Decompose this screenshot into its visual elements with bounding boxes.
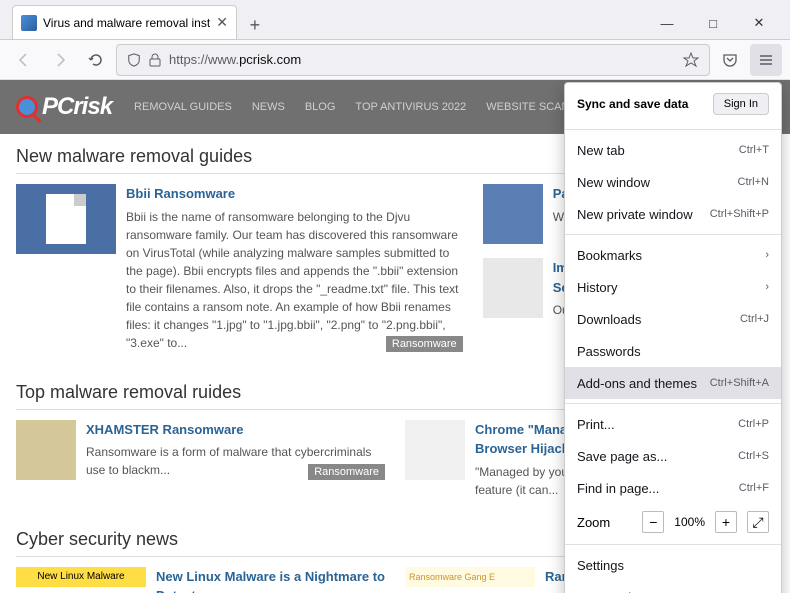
article-title[interactable]: XHAMSTER Ransomware bbox=[86, 420, 385, 440]
zoom-value: 100% bbox=[674, 515, 705, 529]
article-thumb[interactable]: Ransomware Gang E bbox=[405, 567, 535, 587]
article-excerpt: Bbii is the name of ransomware belonging… bbox=[126, 208, 463, 352]
nav-blog[interactable]: BLOG bbox=[305, 101, 336, 113]
menu-more-tools[interactable]: More tools› bbox=[565, 581, 781, 593]
page-content: PCrisk REMOVAL GUIDES NEWS BLOG TOP ANTI… bbox=[0, 80, 790, 593]
url-bar[interactable]: https://www.pcrisk.com bbox=[116, 44, 710, 76]
menu-settings[interactable]: Settings bbox=[565, 549, 781, 581]
bookmark-star-icon[interactable] bbox=[683, 52, 699, 68]
zoom-label: Zoom bbox=[577, 515, 632, 530]
menu-separator bbox=[565, 403, 781, 404]
menu-downloads[interactable]: DownloadsCtrl+J bbox=[565, 303, 781, 335]
app-menu: Sync and save data Sign In New tabCtrl+T… bbox=[564, 82, 782, 593]
forward-button[interactable] bbox=[44, 44, 76, 76]
menu-new-private-window[interactable]: New private windowCtrl+Shift+P bbox=[565, 198, 781, 230]
browser-toolbar: https://www.pcrisk.com bbox=[0, 40, 790, 80]
tag-ransomware[interactable]: Ransomware bbox=[308, 464, 385, 480]
close-window-button[interactable]: ✕ bbox=[736, 7, 782, 39]
menu-history[interactable]: History› bbox=[565, 271, 781, 303]
tag-ransomware[interactable]: Ransomware bbox=[386, 336, 463, 352]
reload-button[interactable] bbox=[80, 44, 112, 76]
back-button[interactable] bbox=[8, 44, 40, 76]
menu-bookmarks[interactable]: Bookmarks› bbox=[565, 239, 781, 271]
maximize-button[interactable]: □ bbox=[690, 7, 736, 39]
article-thumb[interactable]: New Linux Malware bbox=[16, 567, 146, 587]
nav-removal-guides[interactable]: REMOVAL GUIDES bbox=[134, 101, 232, 113]
menu-separator bbox=[565, 129, 781, 130]
sign-in-button[interactable]: Sign In bbox=[713, 93, 769, 115]
menu-print[interactable]: Print...Ctrl+P bbox=[565, 408, 781, 440]
chevron-right-icon: › bbox=[765, 249, 769, 261]
article-title[interactable]: Bbii Ransomware bbox=[126, 184, 463, 204]
zoom-out-button[interactable]: − bbox=[642, 511, 664, 533]
sync-title: Sync and save data bbox=[577, 97, 688, 111]
pocket-button[interactable] bbox=[714, 44, 746, 76]
url-text: https://www.pcrisk.com bbox=[169, 52, 675, 67]
menu-new-tab[interactable]: New tabCtrl+T bbox=[565, 134, 781, 166]
zoom-in-button[interactable]: + bbox=[715, 511, 737, 533]
nav-top-antivirus[interactable]: TOP ANTIVIRUS 2022 bbox=[355, 101, 466, 113]
fullscreen-button[interactable]: ⤢ bbox=[747, 511, 769, 533]
shield-icon bbox=[127, 53, 141, 67]
menu-passwords[interactable]: Passwords bbox=[565, 335, 781, 367]
menu-zoom-row: Zoom − 100% + ⤢ bbox=[565, 504, 781, 540]
article-thumb[interactable] bbox=[16, 184, 116, 254]
article-thumb[interactable] bbox=[16, 420, 76, 480]
lock-icon bbox=[149, 53, 161, 67]
tab-favicon bbox=[21, 15, 37, 31]
article-title[interactable]: New Linux Malware is a Nightmare to Dete… bbox=[156, 567, 385, 593]
nav-links: REMOVAL GUIDES NEWS BLOG TOP ANTIVIRUS 2… bbox=[134, 101, 593, 113]
article-thumb[interactable] bbox=[483, 258, 543, 318]
article-thumb[interactable] bbox=[483, 184, 543, 244]
article-linux: New Linux Malware New Linux Malware is a… bbox=[16, 567, 385, 593]
article-bbii: Bbii Ransomware Bbii is the name of rans… bbox=[16, 184, 463, 352]
chevron-right-icon: › bbox=[765, 281, 769, 293]
menu-new-window[interactable]: New windowCtrl+N bbox=[565, 166, 781, 198]
tab-close-icon[interactable]: ✕ bbox=[216, 14, 228, 31]
menu-find[interactable]: Find in page...Ctrl+F bbox=[565, 472, 781, 504]
browser-tab[interactable]: Virus and malware removal inst ✕ bbox=[12, 5, 237, 39]
titlebar: Virus and malware removal inst ✕ + — □ ✕ bbox=[0, 0, 790, 40]
minimize-button[interactable]: — bbox=[644, 7, 690, 39]
new-tab-button[interactable]: + bbox=[241, 11, 269, 39]
window-controls: — □ ✕ bbox=[644, 7, 782, 39]
menu-sync-row: Sync and save data Sign In bbox=[565, 87, 781, 125]
menu-separator bbox=[565, 234, 781, 235]
magnifier-icon bbox=[16, 96, 38, 118]
site-logo[interactable]: PCrisk bbox=[16, 93, 112, 121]
menu-save-page[interactable]: Save page as...Ctrl+S bbox=[565, 440, 781, 472]
tab-title: Virus and malware removal inst bbox=[43, 16, 210, 30]
app-menu-button[interactable] bbox=[750, 44, 782, 76]
article-xhamster: XHAMSTER Ransomware Ransomware is a form… bbox=[16, 420, 385, 480]
menu-separator bbox=[565, 544, 781, 545]
nav-news[interactable]: NEWS bbox=[252, 101, 285, 113]
article-thumb[interactable] bbox=[405, 420, 465, 480]
menu-addons-themes[interactable]: Add-ons and themesCtrl+Shift+A bbox=[565, 367, 781, 399]
